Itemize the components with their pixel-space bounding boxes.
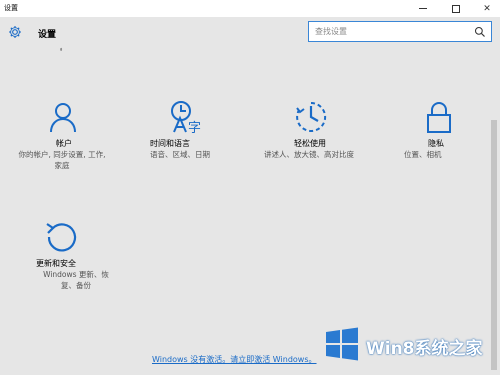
search-box[interactable] — [308, 21, 492, 42]
tile-description: 你的帐户, 同步设置, 工作, 家庭 — [18, 150, 106, 170]
lock-icon — [427, 102, 451, 133]
minimize-button[interactable] — [410, 0, 436, 17]
time-language-icon: 字 — [171, 101, 201, 134]
person-icon — [50, 103, 76, 133]
tile-description: 讲述人、放大镜、高对比度 — [264, 150, 354, 159]
page-title: 设置 — [38, 30, 57, 40]
maximize-button[interactable] — [443, 0, 469, 17]
close-icon: ✕ — [483, 3, 491, 14]
watermark-text: Win8系统之家 — [366, 339, 483, 359]
page-subtitle: ಕ — [60, 47, 63, 53]
activate-windows-link[interactable]: Windows 没有激活。请立即激活 Windows。 — [152, 354, 317, 365]
tile-label: 隐私 — [428, 139, 444, 148]
windows-logo-icon — [326, 327, 358, 361]
update-icon — [46, 223, 77, 252]
search-input[interactable] — [315, 25, 465, 38]
tile-description: 语音、区域、日期 — [150, 150, 210, 159]
tile-label: 轻松使用 — [294, 139, 326, 148]
search-icon[interactable] — [474, 26, 486, 38]
maximize-icon — [452, 4, 460, 13]
svg-text:字: 字 — [188, 121, 201, 134]
tile-label: 更新和安全 — [36, 259, 76, 268]
tile-label: 时间和语言 — [150, 139, 190, 148]
tile-label: 帐户 — [56, 139, 72, 148]
close-button[interactable]: ✕ — [474, 0, 500, 17]
gear-icon[interactable] — [8, 25, 22, 39]
tile-description: Windows 更新、恢复、备份 — [43, 270, 109, 290]
tile-description: 位置、相机 — [404, 150, 442, 159]
window-title: 设置 — [4, 4, 18, 12]
minimize-icon — [419, 8, 427, 9]
watermark: Win8系统之家 — [316, 326, 500, 366]
ease-of-access-icon — [296, 101, 327, 132]
title-bar: 设置 ✕ — [0, 0, 500, 17]
